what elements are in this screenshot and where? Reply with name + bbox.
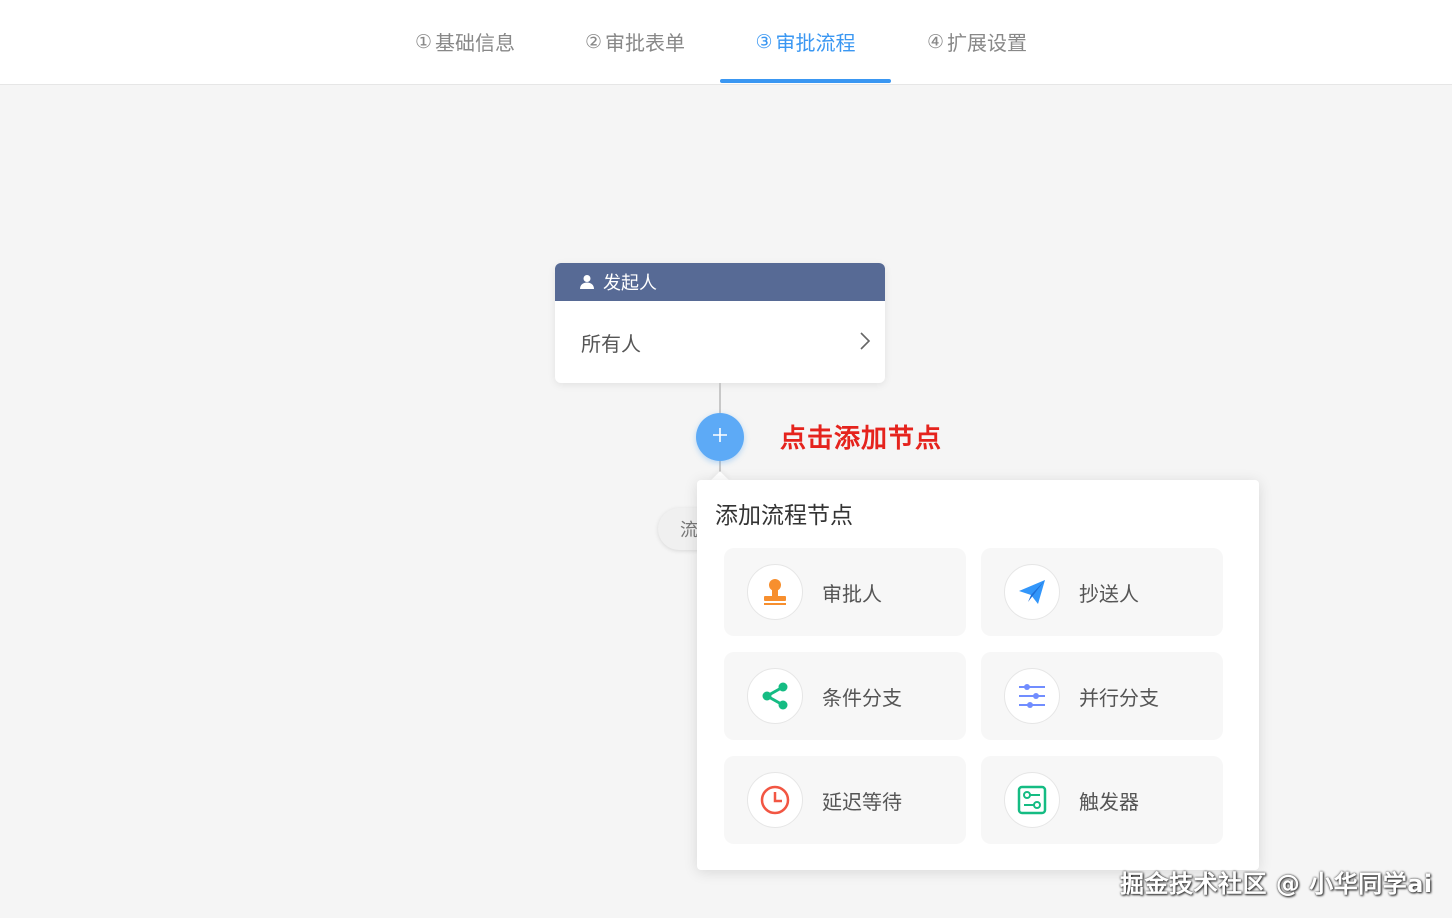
option-parallel-branch[interactable]: 并行分支: [981, 652, 1223, 740]
option-condition-branch[interactable]: 条件分支: [724, 652, 966, 740]
tab-basic-info[interactable]: ① 基础信息: [400, 0, 530, 83]
option-cc[interactable]: 抄送人: [981, 548, 1223, 636]
sliders-icon: [1004, 668, 1060, 724]
plus-icon: [711, 426, 729, 448]
step-tabs-bar: ① 基础信息 ② 审批表单 ③ 审批流程 ④ 扩展设置: [0, 0, 1452, 85]
initiator-node-title: 发起人: [603, 273, 657, 294]
option-label: 抄送人: [1079, 581, 1139, 606]
add-node-button[interactable]: [696, 413, 744, 461]
share-icon: [747, 668, 803, 724]
step-number: ③: [755, 30, 773, 53]
step-number: ④: [926, 30, 945, 53]
option-delay-wait[interactable]: 延迟等待: [724, 756, 966, 844]
active-tab-indicator: [720, 79, 891, 83]
tab-label: 审批流程: [775, 31, 856, 55]
tab-approval-form[interactable]: ② 审批表单: [570, 0, 700, 83]
popover-title: 添加流程节点: [715, 503, 853, 529]
watermark: 掘金技术社区 @ 小华同学ai: [1120, 870, 1433, 898]
option-label: 并行分支: [1079, 685, 1159, 710]
option-label: 条件分支: [822, 685, 902, 710]
initiator-node-body: 所有人: [555, 301, 885, 383]
option-label: 审批人: [822, 581, 882, 606]
initiator-value: 所有人: [581, 331, 641, 356]
option-trigger[interactable]: 触发器: [981, 756, 1223, 844]
user-icon: [579, 274, 595, 290]
stamp-icon: [747, 564, 803, 620]
connector-line: [719, 383, 721, 413]
add-node-popover: 添加流程节点 审批人 抄送人 条件分支 并行分支 延迟等待 触发器: [697, 480, 1259, 870]
clock-icon: [747, 772, 803, 828]
chevron-right-icon: [859, 331, 871, 356]
paper-plane-icon: [1004, 564, 1060, 620]
initiator-node[interactable]: 发起人 所有人: [555, 263, 885, 383]
step-number: ①: [414, 30, 433, 53]
option-label: 延迟等待: [822, 789, 902, 814]
tab-label: 审批表单: [605, 31, 686, 55]
step-number: ②: [584, 30, 603, 53]
option-approver[interactable]: 审批人: [724, 548, 966, 636]
trigger-icon: [1004, 772, 1060, 828]
tab-approval-flow[interactable]: ③ 审批流程: [720, 0, 891, 83]
flow-end-label: 流: [680, 520, 698, 541]
initiator-node-header: 发起人: [555, 263, 885, 301]
tab-label: 基础信息: [435, 31, 516, 55]
tab-extended-settings[interactable]: ④ 扩展设置: [912, 0, 1042, 83]
tab-label: 扩展设置: [947, 31, 1028, 55]
add-node-annotation: 点击添加节点: [780, 424, 943, 454]
option-label: 触发器: [1079, 789, 1139, 814]
